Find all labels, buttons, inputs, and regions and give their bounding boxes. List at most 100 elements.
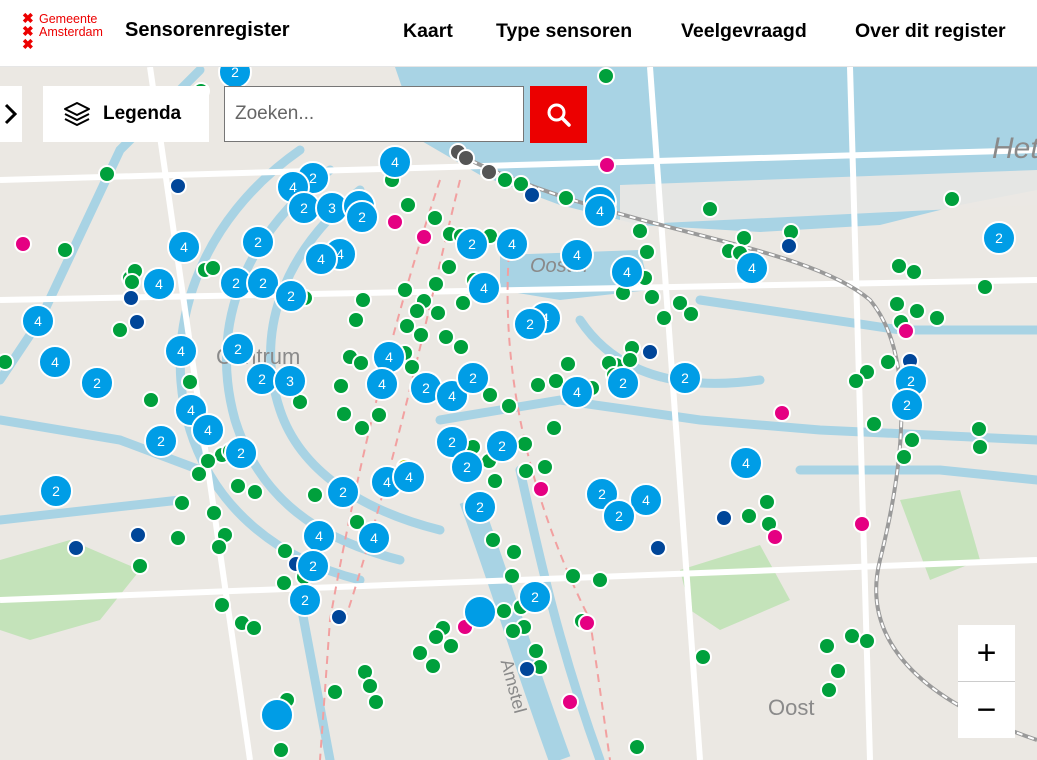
sensor-marker-green[interactable] (642, 287, 661, 306)
cluster-marker[interactable]: 2 (450, 450, 484, 484)
sensor-marker-green[interactable] (528, 375, 547, 394)
sensor-marker-green[interactable] (97, 164, 116, 183)
sensor-marker-navy[interactable] (127, 312, 146, 331)
sensor-marker-green[interactable] (203, 258, 222, 277)
cluster-marker[interactable]: 4 (378, 145, 412, 179)
cluster-marker[interactable]: 2 (890, 388, 924, 422)
sensor-marker-pink[interactable] (414, 227, 433, 246)
sensor-marker-navy[interactable] (128, 525, 147, 544)
cluster-marker[interactable]: 2 (221, 332, 255, 366)
sensor-marker-green[interactable] (516, 461, 535, 480)
sensor-marker-green[interactable] (483, 530, 502, 549)
sensor-marker-green[interactable] (499, 396, 518, 415)
cluster-marker[interactable]: 2 (241, 225, 275, 259)
sensor-marker-navy[interactable] (779, 236, 798, 255)
zoom-out-button[interactable]: − (958, 682, 1015, 738)
sensor-marker-green[interactable] (894, 447, 913, 466)
sensor-marker-green[interactable] (904, 262, 923, 281)
sensor-marker-green[interactable] (352, 418, 371, 437)
sensor-marker-green[interactable] (130, 556, 149, 575)
sensor-marker-green[interactable] (334, 404, 353, 423)
cluster-marker[interactable]: 4 (302, 519, 336, 553)
sensor-marker-green[interactable] (556, 188, 575, 207)
sensor-marker-green[interactable] (439, 257, 458, 276)
sensor-marker-green[interactable] (346, 310, 365, 329)
sensor-marker-pink[interactable] (560, 692, 579, 711)
sensor-marker-green[interactable] (494, 601, 513, 620)
cluster-marker[interactable]: 4 (583, 194, 617, 228)
sensor-marker-pink[interactable] (765, 527, 784, 546)
cluster-marker[interactable]: 4 (467, 271, 501, 305)
sensor-marker-green[interactable] (828, 661, 847, 680)
cluster-marker[interactable]: 4 (142, 267, 176, 301)
sensor-marker-green[interactable] (395, 280, 414, 299)
sensor-marker-navy[interactable] (648, 538, 667, 557)
sensor-marker-green[interactable] (325, 682, 344, 701)
sensor-marker-green[interactable] (353, 290, 372, 309)
sensor-marker-green[interactable] (878, 352, 897, 371)
sensor-marker-green[interactable] (369, 405, 388, 424)
sensor-marker-pink[interactable] (531, 479, 550, 498)
sensor-marker-green[interactable] (245, 482, 264, 501)
sensor-marker-green[interactable] (495, 170, 514, 189)
nav-over-dit-register[interactable]: Over dit register (855, 20, 1006, 43)
sensor-marker-green[interactable] (274, 573, 293, 592)
sensor-marker-navy[interactable] (66, 538, 85, 557)
cluster-marker[interactable]: 4 (167, 230, 201, 264)
cluster-marker[interactable]: 4 (560, 238, 594, 272)
sensor-marker-green[interactable] (700, 199, 719, 218)
cluster-marker[interactable]: 4 (392, 460, 426, 494)
sensor-marker-green[interactable] (360, 676, 379, 695)
sensor-marker-green[interactable] (969, 419, 988, 438)
cluster-marker[interactable]: 2 (982, 221, 1016, 255)
sensor-marker-green[interactable] (630, 221, 649, 240)
cluster-marker[interactable]: 4 (610, 255, 644, 289)
sensor-marker-green[interactable] (907, 301, 926, 320)
sensor-marker-pink[interactable] (772, 403, 791, 422)
sensor-marker-green[interactable] (441, 636, 460, 655)
sensor-marker-green[interactable] (189, 464, 208, 483)
cluster-marker[interactable]: 2 (606, 366, 640, 400)
sensor-marker-green[interactable] (739, 506, 758, 525)
sensor-marker-green[interactable] (887, 294, 906, 313)
cluster-marker[interactable]: 2 (345, 200, 379, 234)
sensor-marker-green[interactable] (180, 372, 199, 391)
sensor-marker-green[interactable] (526, 641, 545, 660)
sensor-marker-green[interactable] (426, 274, 445, 293)
sensor-marker-green[interactable] (172, 493, 191, 512)
sensor-marker-green[interactable] (0, 352, 14, 371)
cluster-marker[interactable]: 3 (273, 364, 307, 398)
sensor-marker-green[interactable] (351, 353, 370, 372)
nav-type-sensoren[interactable]: Type sensoren (496, 20, 632, 43)
cluster-marker[interactable]: 2 (602, 499, 636, 533)
legend-button[interactable]: Legenda (43, 86, 209, 142)
sensor-marker-green[interactable] (819, 680, 838, 699)
sensor-marker-green[interactable] (168, 528, 187, 547)
sensor-marker-green[interactable] (544, 418, 563, 437)
sensor-marker-navy[interactable] (714, 508, 733, 527)
cluster-marker[interactable] (463, 595, 497, 629)
cluster-marker[interactable] (260, 698, 294, 732)
sensor-marker-green[interactable] (122, 272, 141, 291)
sensor-marker-pink[interactable] (385, 212, 404, 231)
sensor-marker-green[interactable] (535, 457, 554, 476)
cluster-marker[interactable]: 4 (495, 227, 529, 261)
sensor-marker-pink[interactable] (852, 514, 871, 533)
sensor-marker-green[interactable] (305, 485, 324, 504)
sensor-marker-green[interactable] (942, 189, 961, 208)
cluster-marker[interactable]: 2 (39, 474, 73, 508)
cluster-marker[interactable]: 2 (80, 366, 114, 400)
sensor-marker-green[interactable] (212, 595, 231, 614)
cluster-marker[interactable]: 2 (274, 279, 308, 313)
sensor-marker-green[interactable] (503, 621, 522, 640)
sensor-marker-green[interactable] (846, 371, 865, 390)
sensor-marker-green[interactable] (654, 308, 673, 327)
cluster-marker[interactable]: 4 (560, 375, 594, 409)
sensor-marker-green[interactable] (563, 566, 582, 585)
cluster-marker[interactable]: 2 (455, 227, 489, 261)
sensor-marker-green[interactable] (331, 376, 350, 395)
sensor-marker-navy[interactable] (329, 607, 348, 626)
sensor-marker-green[interactable] (110, 320, 129, 339)
sensor-marker-green[interactable] (857, 631, 876, 650)
cluster-marker[interactable]: 2 (144, 424, 178, 458)
